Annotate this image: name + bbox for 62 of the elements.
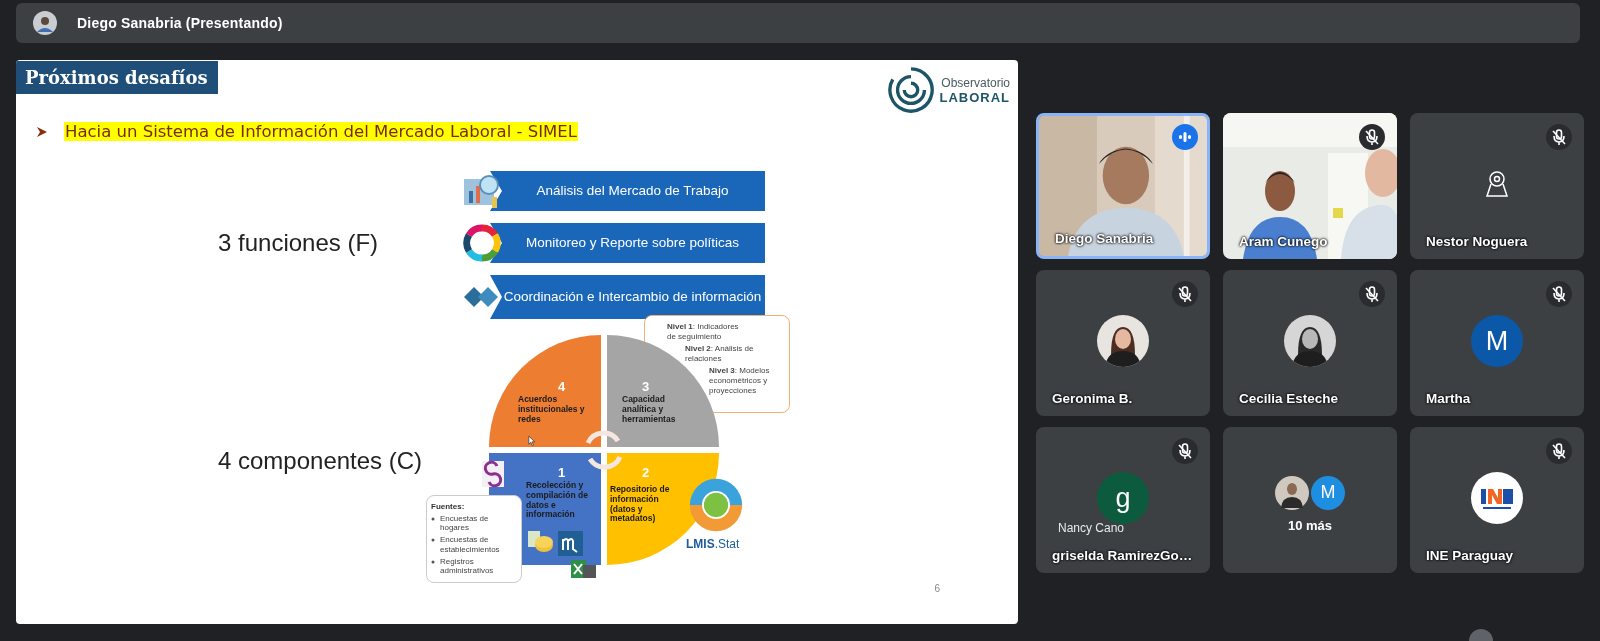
- bullet-icon: [431, 559, 435, 564]
- spreadsheet-icon: [570, 559, 597, 579]
- section-label: 4 componentes (C): [218, 447, 424, 475]
- function-banner: Monitoreo y Reporte sobre políticas: [490, 223, 765, 263]
- slide-number: 6: [934, 583, 940, 594]
- sources-heading: Fuentes:: [431, 502, 466, 511]
- letter-avatar: M: [1471, 315, 1523, 367]
- function-banner: Análisis del Mercado de Trabajo: [490, 171, 765, 211]
- bullet-text: Hacia un Sistema de Información del Mercado Laboral - SIMEL: [64, 122, 578, 141]
- logo-icon: [482, 461, 504, 487]
- component-number: 1: [558, 465, 566, 480]
- logo-icon: [887, 66, 936, 114]
- letter-avatar: M: [1311, 475, 1345, 510]
- source-text: Registros administrativos: [440, 556, 495, 576]
- participant-name: Nestor Noguera: [1426, 234, 1528, 249]
- participant-name: Martha: [1426, 391, 1471, 406]
- slide-title: Próximos desafíos: [16, 61, 218, 94]
- logo-text: Observatorio: [941, 75, 1010, 90]
- count-badge-icon: [1469, 629, 1493, 641]
- bullet-icon: [431, 538, 435, 543]
- participant-name: Diego Sanabria: [1055, 231, 1154, 246]
- component-number: 4: [558, 379, 566, 394]
- arrow-bullet-icon: [36, 125, 48, 138]
- participant-name: INE Paraguay: [1426, 548, 1514, 563]
- component-label: Capacidad analítica y herramientas: [622, 395, 677, 425]
- presenter-name: Diego Sanabria (Presentando): [77, 15, 283, 31]
- bullet-icon: [431, 517, 435, 521]
- level-text: Nivel 2: Análisis de relaciones: [685, 344, 755, 364]
- source-text: Encuestas de hogares: [440, 514, 490, 533]
- source-text: Encuestas de establecimientos: [440, 535, 501, 554]
- participant-tile[interactable]: M Martha: [1410, 270, 1584, 416]
- level-text: Nivel 3: Modelos econométricos y proyecciones: [709, 366, 771, 396]
- component-label: Recolección y compilación de datos e información: [526, 481, 589, 521]
- letter-avatar: g: [1097, 472, 1149, 524]
- pointer-cursor-icon: [528, 435, 536, 447]
- component-label: Acuerdos institucionales y redes: [518, 395, 586, 425]
- participant-caption: Nancy Cano: [1058, 521, 1125, 535]
- level-text: Nivel 1: Indicadores de seguimiento: [667, 322, 740, 342]
- participant-tile[interactable]: M 10 más: [1223, 427, 1397, 573]
- participant-name: griselda RamirezGo…: [1052, 548, 1193, 563]
- participant-tile[interactable]: g Nancy Cano griselda RamirezGo…: [1036, 427, 1210, 573]
- function-banner: Coordinación e Intercambio de información: [490, 275, 765, 319]
- component-number: 2: [642, 465, 650, 480]
- participant-tile[interactable]: INE Paraguay: [1410, 427, 1584, 573]
- symbol-icon: [558, 531, 583, 556]
- component-label: Repositorio de información (datos y metadatos): [610, 485, 671, 525]
- participant-tile[interactable]: Geronima B.: [1036, 270, 1210, 416]
- participant-tile[interactable]: Nestor Noguera: [1410, 113, 1584, 259]
- color-wheel-icon: [462, 223, 502, 263]
- lmis-stat-text: LMIS.Stat: [686, 537, 740, 551]
- participant-tile[interactable]: Cecilia Esteche: [1223, 270, 1397, 416]
- logo-text: LABORAL: [939, 89, 1010, 105]
- logo-icon: [1471, 472, 1523, 524]
- speaking-indicator-icon: [1172, 124, 1198, 150]
- component-number: 3: [642, 379, 650, 394]
- ring-emblem-icon: [688, 477, 744, 533]
- section-label: 3 funciones (F): [218, 229, 380, 257]
- participant-count: 10 más: [1287, 517, 1333, 533]
- coins-icon: [526, 529, 554, 555]
- participant-name: Geronima B.: [1052, 391, 1133, 406]
- avatar-icon: [33, 11, 57, 35]
- participant-name: Cecilia Esteche: [1239, 391, 1339, 406]
